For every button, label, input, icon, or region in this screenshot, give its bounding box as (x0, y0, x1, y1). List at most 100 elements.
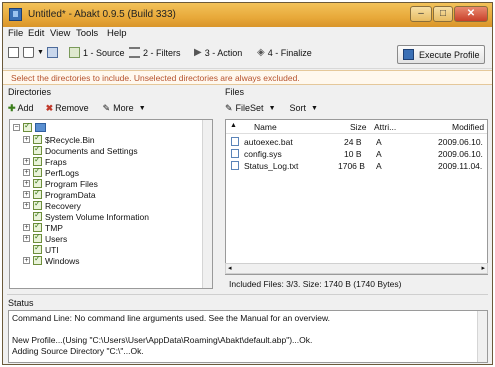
finalize-icon: ◈ (257, 47, 265, 58)
status-line: New Profile...(Using "C:\Users\User\AppD… (12, 335, 313, 345)
checkbox[interactable] (33, 144, 42, 155)
tab-action[interactable]: ▶ 3 - Action (194, 47, 242, 58)
remove-label: Remove (55, 103, 89, 113)
app-icon (9, 8, 22, 21)
files-toolbar: ✎ FileSet ▼ Sort ▼ (225, 99, 488, 117)
tree-item[interactable]: Documents and Settings (33, 144, 138, 156)
file-attributes: A (376, 137, 382, 147)
tab-action-label: 3 - Action (204, 47, 243, 58)
file-modified: 2009.06.10. (438, 137, 483, 147)
add-button[interactable]: ✚ Add (8, 103, 34, 114)
open-folder-icon (23, 47, 34, 58)
scroll-right-icon[interactable]: ▸ (481, 264, 485, 272)
table-row[interactable]: Status_Log.txt 1706 B A 2009.11.04. (226, 161, 487, 172)
expand-icon[interactable]: + (23, 224, 30, 231)
checkbox[interactable] (23, 121, 32, 132)
checkbox[interactable] (33, 199, 42, 210)
tree-item[interactable]: + Recovery (23, 199, 81, 211)
file-attributes: A (376, 161, 382, 171)
menu-help[interactable]: Help (107, 28, 127, 39)
checkbox[interactable] (33, 188, 42, 199)
menu-bar: File Edit View Tools Help (3, 27, 492, 41)
expand-icon[interactable]: + (23, 202, 30, 209)
directories-toolbar: ✚ Add ✖ Remove ✎ More ▼ (8, 99, 213, 117)
checkbox[interactable] (33, 232, 42, 243)
tree-item[interactable]: System Volume Information (33, 210, 149, 222)
checkbox[interactable] (33, 177, 42, 188)
close-button[interactable]: ✕ (454, 6, 488, 22)
chevron-down-icon: ▼ (37, 49, 44, 56)
tree-item[interactable]: + Users (23, 232, 67, 244)
file-modified: 2009.06.10. (438, 149, 483, 159)
checkbox[interactable] (33, 155, 42, 166)
checkbox[interactable] (33, 243, 42, 254)
expand-icon[interactable]: + (23, 169, 30, 176)
expand-icon[interactable]: + (23, 257, 30, 264)
expand-icon[interactable]: + (23, 180, 30, 187)
tab-finalize-label: 4 - Finalize (267, 47, 312, 58)
file-icon (231, 161, 239, 170)
status-log[interactable]: Command Line: No command line arguments … (8, 310, 488, 363)
tree-item[interactable]: + PerfLogs (23, 166, 79, 178)
tree-item[interactable]: + Windows (23, 254, 79, 266)
execute-icon (403, 49, 414, 60)
file-icon (231, 149, 239, 158)
status-scrollbar[interactable] (477, 311, 487, 362)
column-size[interactable]: Size (350, 122, 367, 132)
directory-tree[interactable]: − + $Recycle.Bin Documents and Settings +… (9, 119, 213, 289)
tree-scrollbar[interactable] (202, 120, 212, 288)
menu-tools[interactable]: Tools (76, 28, 98, 39)
tree-item-label: Recovery (45, 200, 81, 211)
table-row[interactable]: autoexec.bat 24 B A 2009.06.10. (226, 137, 487, 148)
sort-indicator-icon: ▲ (230, 122, 237, 129)
expand-icon[interactable]: + (23, 158, 30, 165)
tab-source[interactable]: 1 - Source (69, 47, 125, 58)
remove-button[interactable]: ✖ Remove (46, 103, 89, 114)
file-size: 10 B (344, 149, 362, 159)
expand-icon[interactable]: + (23, 136, 30, 143)
scroll-left-icon[interactable]: ◂ (228, 264, 232, 272)
tree-item[interactable]: + TMP (23, 221, 63, 233)
collapse-icon[interactable]: − (13, 124, 20, 131)
menu-file[interactable]: File (8, 28, 23, 39)
tree-root[interactable]: − (13, 121, 49, 133)
new-profile-button[interactable] (8, 47, 22, 58)
more-button[interactable]: ✎ More ▼ (103, 103, 146, 114)
files-list[interactable]: ▲ Name Size Attri... Modified autoexec.b… (225, 119, 488, 275)
file-attributes: A (376, 149, 382, 159)
column-modified[interactable]: Modified (452, 122, 484, 132)
tree-item-label: UTI (45, 244, 59, 255)
window-title: Untitled* - Abakt 0.9.5 (Build 333) (28, 9, 176, 20)
divider[interactable] (7, 294, 488, 295)
save-profile-button[interactable] (47, 47, 61, 58)
tab-finalize[interactable]: ◈ 4 - Finalize (257, 47, 312, 58)
sort-button[interactable]: Sort ▼ (290, 103, 318, 113)
status-label: Status (8, 298, 34, 308)
expand-icon[interactable]: + (23, 191, 30, 198)
expand-icon[interactable]: + (23, 235, 30, 242)
table-row[interactable]: config.sys 10 B A 2009.06.10. (226, 149, 487, 160)
title-bar[interactable]: Untitled* - Abakt 0.9.5 (Build 333) – □ … (3, 3, 492, 27)
maximize-button[interactable]: □ (433, 6, 453, 22)
open-profile-button[interactable]: ▼ (23, 47, 44, 58)
fileset-button[interactable]: ✎ FileSet ▼ (225, 103, 276, 114)
minimize-button[interactable]: – (410, 6, 432, 22)
checkbox[interactable] (33, 221, 42, 232)
checkbox[interactable] (33, 254, 42, 265)
checkbox[interactable] (33, 210, 42, 221)
column-attributes[interactable]: Attri... (374, 122, 396, 132)
file-icon (231, 137, 239, 146)
source-icon (69, 47, 80, 58)
column-name[interactable]: Name (254, 122, 277, 132)
toolbar: ▼ 1 - Source 2 - Filters ▶ 3 - Action ◈ … (3, 42, 492, 69)
menu-view[interactable]: View (50, 28, 70, 39)
tree-item[interactable]: + Fraps (23, 155, 67, 167)
files-horizontal-scrollbar[interactable]: ◂ ▸ (225, 263, 488, 274)
checkbox[interactable] (33, 166, 42, 177)
execute-profile-button[interactable]: Execute Profile (397, 45, 485, 64)
tab-filters[interactable]: 2 - Filters (129, 47, 181, 58)
play-icon: ▶ (194, 47, 202, 58)
chevron-down-icon: ▼ (311, 104, 318, 112)
checkbox[interactable] (33, 133, 42, 144)
menu-edit[interactable]: Edit (28, 28, 44, 39)
